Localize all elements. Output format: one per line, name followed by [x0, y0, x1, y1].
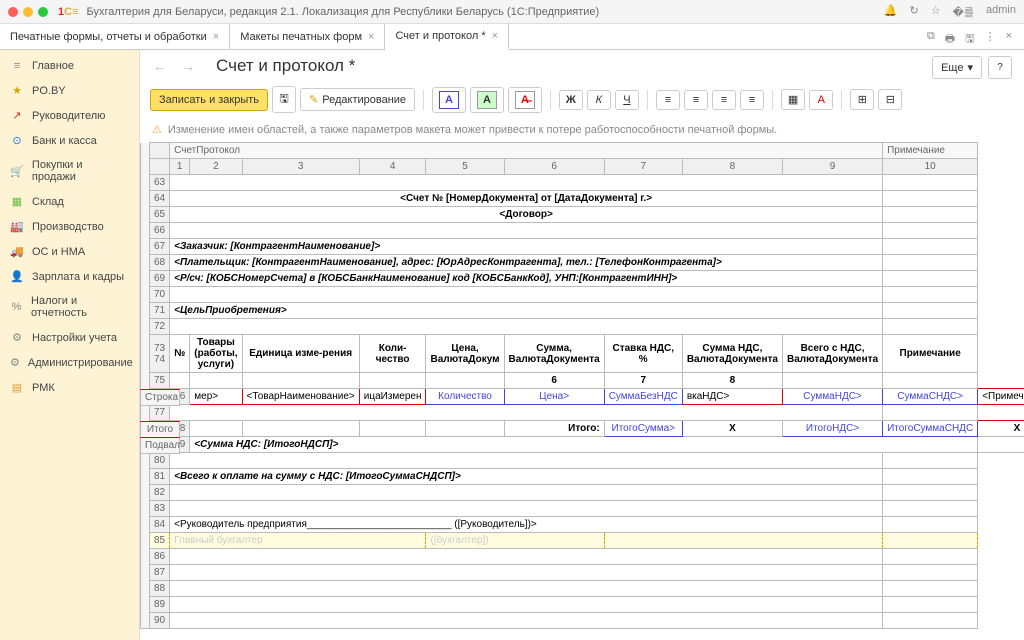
star-icon[interactable]: ☆ [931, 4, 941, 20]
area-note: Примечание [883, 143, 978, 159]
menu-icon: ≡ [10, 60, 24, 72]
window-controls[interactable] [8, 7, 48, 17]
chart-icon: ↗ [10, 109, 24, 122]
area-header: СчетПротокол [170, 143, 883, 159]
pencil-icon: ✎ [309, 93, 318, 106]
doc-account[interactable]: <Р/сч: [КОБСНомерСчета] в [КОБСБанкНаиме… [170, 271, 883, 287]
border-button[interactable]: ▦ [781, 89, 805, 110]
register-icon: ▤ [10, 381, 24, 394]
back-button[interactable]: ← [150, 56, 170, 76]
align-justify-button[interactable]: ≡ [740, 90, 764, 110]
history-icon[interactable]: ↻ [910, 4, 919, 20]
area-total: Итого [140, 421, 180, 438]
bold-button[interactable]: Ж [559, 90, 583, 110]
save-close-button[interactable]: Записать и закрыть [150, 89, 268, 111]
page-title: Счет и протокол * [216, 56, 355, 76]
area-footer: Подвал [140, 437, 180, 454]
maximize-icon[interactable] [38, 7, 48, 17]
doc-payer[interactable]: <Плательщик: [КонтрагентНаименование], а… [170, 255, 883, 271]
toolbar: Записать и закрыть 🖫 ✎Редактирование A A… [140, 82, 1024, 117]
more-button[interactable]: Еще ▾ [932, 56, 982, 79]
tab-invoice-protocol[interactable]: Счет и протокол *× [385, 24, 509, 50]
chevron-down-icon: ▾ [967, 61, 973, 74]
doc-contract[interactable]: <Договор> [170, 207, 883, 223]
sidebar-item-admin[interactable]: ⚙Администрирование [0, 350, 139, 375]
area-row: Строка [140, 389, 180, 406]
document-tabs: Печатные формы, отчеты и обработки× Маке… [0, 24, 1024, 50]
close-icon[interactable]: × [492, 30, 498, 42]
sidebar-item-main[interactable]: ≡Главное [0, 54, 139, 78]
sidebar-item-poby[interactable]: ★PO.BY [0, 78, 139, 103]
warning-icon: ⚠ [152, 123, 162, 136]
save-button[interactable]: 🖫 [272, 86, 296, 113]
navigation-sidebar: ≡Главное ★PO.BY ↗Руководителю ⊙Банк и ка… [0, 50, 140, 640]
sidebar-item-production[interactable]: 🏭Производство [0, 214, 139, 239]
gear-icon: ⚙ [10, 356, 20, 369]
close-icon[interactable]: × [213, 31, 219, 43]
font-color-button[interactable]: A [432, 87, 466, 113]
bell-icon[interactable]: 🔔 [884, 4, 898, 20]
delete-button[interactable]: ⊟ [878, 89, 902, 110]
sidebar-item-warehouse[interactable]: ▦Склад [0, 189, 139, 214]
doc-customer[interactable]: <Заказчик: [КонтрагентНаименование]> [170, 239, 883, 255]
person-icon: 👤 [10, 270, 24, 283]
percent-icon: % [10, 301, 23, 313]
sidebar-item-salary[interactable]: 👤Зарплата и кадры [0, 264, 139, 289]
border-color-button[interactable]: A [809, 90, 833, 110]
window-title: Бухгалтерия для Беларуси, редакция 2.1. … [87, 6, 884, 18]
help-button[interactable]: ? [988, 56, 1012, 79]
align-left-button[interactable]: ≡ [656, 90, 680, 110]
app-logo: 1C≡ [58, 6, 79, 18]
align-right-button[interactable]: ≡ [712, 90, 736, 110]
user-label[interactable]: admin [986, 4, 1016, 20]
sidebar-item-settings[interactable]: ⚙Настройки учета [0, 325, 139, 350]
boxes-icon: ▦ [10, 195, 24, 208]
search-icon[interactable]: �를 [953, 4, 974, 20]
warning-bar: ⚠ Изменение имен областей, а также парам… [140, 117, 1024, 142]
tab-layouts[interactable]: Макеты печатных форм× [230, 24, 385, 49]
sidebar-item-bank[interactable]: ⊙Банк и касса [0, 128, 139, 153]
forward-button[interactable]: → [178, 56, 198, 76]
doc-purpose[interactable]: <ЦельПриобретения> [170, 303, 883, 319]
star-icon: ★ [10, 84, 24, 97]
italic-button[interactable]: К [587, 90, 611, 110]
sidebar-item-manager[interactable]: ↗Руководителю [0, 103, 139, 128]
factory-icon: 🏭 [10, 220, 24, 233]
close-icon[interactable]: × [368, 31, 374, 43]
sidebar-item-rmk[interactable]: ▤РМК [0, 375, 139, 400]
spreadsheet[interactable]: СчетПротокол Примечание 1 2 3 4 5 6 7 8 … [140, 142, 1024, 640]
truck-icon: 🚚 [10, 245, 24, 258]
close-icon[interactable] [8, 7, 18, 17]
clear-format-button[interactable]: A̶ [508, 87, 542, 113]
sidebar-item-taxes[interactable]: %Налоги и отчетность [0, 289, 139, 325]
align-center-button[interactable]: ≡ [684, 90, 708, 110]
tab-print-forms[interactable]: Печатные формы, отчеты и обработки× [0, 24, 230, 49]
gear-icon: ⚙ [10, 331, 24, 344]
insert-button[interactable]: ⊞ [850, 89, 874, 110]
bank-icon: ⊙ [10, 134, 24, 147]
titlebar: 1C≡ Бухгалтерия для Беларуси, редакция 2… [0, 0, 1024, 24]
doc-title[interactable]: <Счет № [НомерДокумента] от [ДатаДокумен… [170, 191, 883, 207]
sidebar-item-assets[interactable]: 🚚ОС и НМА [0, 239, 139, 264]
minimize-icon[interactable] [23, 7, 33, 17]
edit-mode-button[interactable]: ✎Редактирование [300, 88, 415, 111]
selected-row[interactable]: 85Главный бухгалтер([бухгалтер]) [141, 533, 1024, 549]
cart-icon: 🛒 [10, 165, 24, 178]
sidebar-item-sales[interactable]: 🛒Покупки и продажи [0, 153, 139, 189]
underline-button[interactable]: Ч [615, 90, 639, 110]
bg-color-button[interactable]: A [470, 87, 504, 113]
